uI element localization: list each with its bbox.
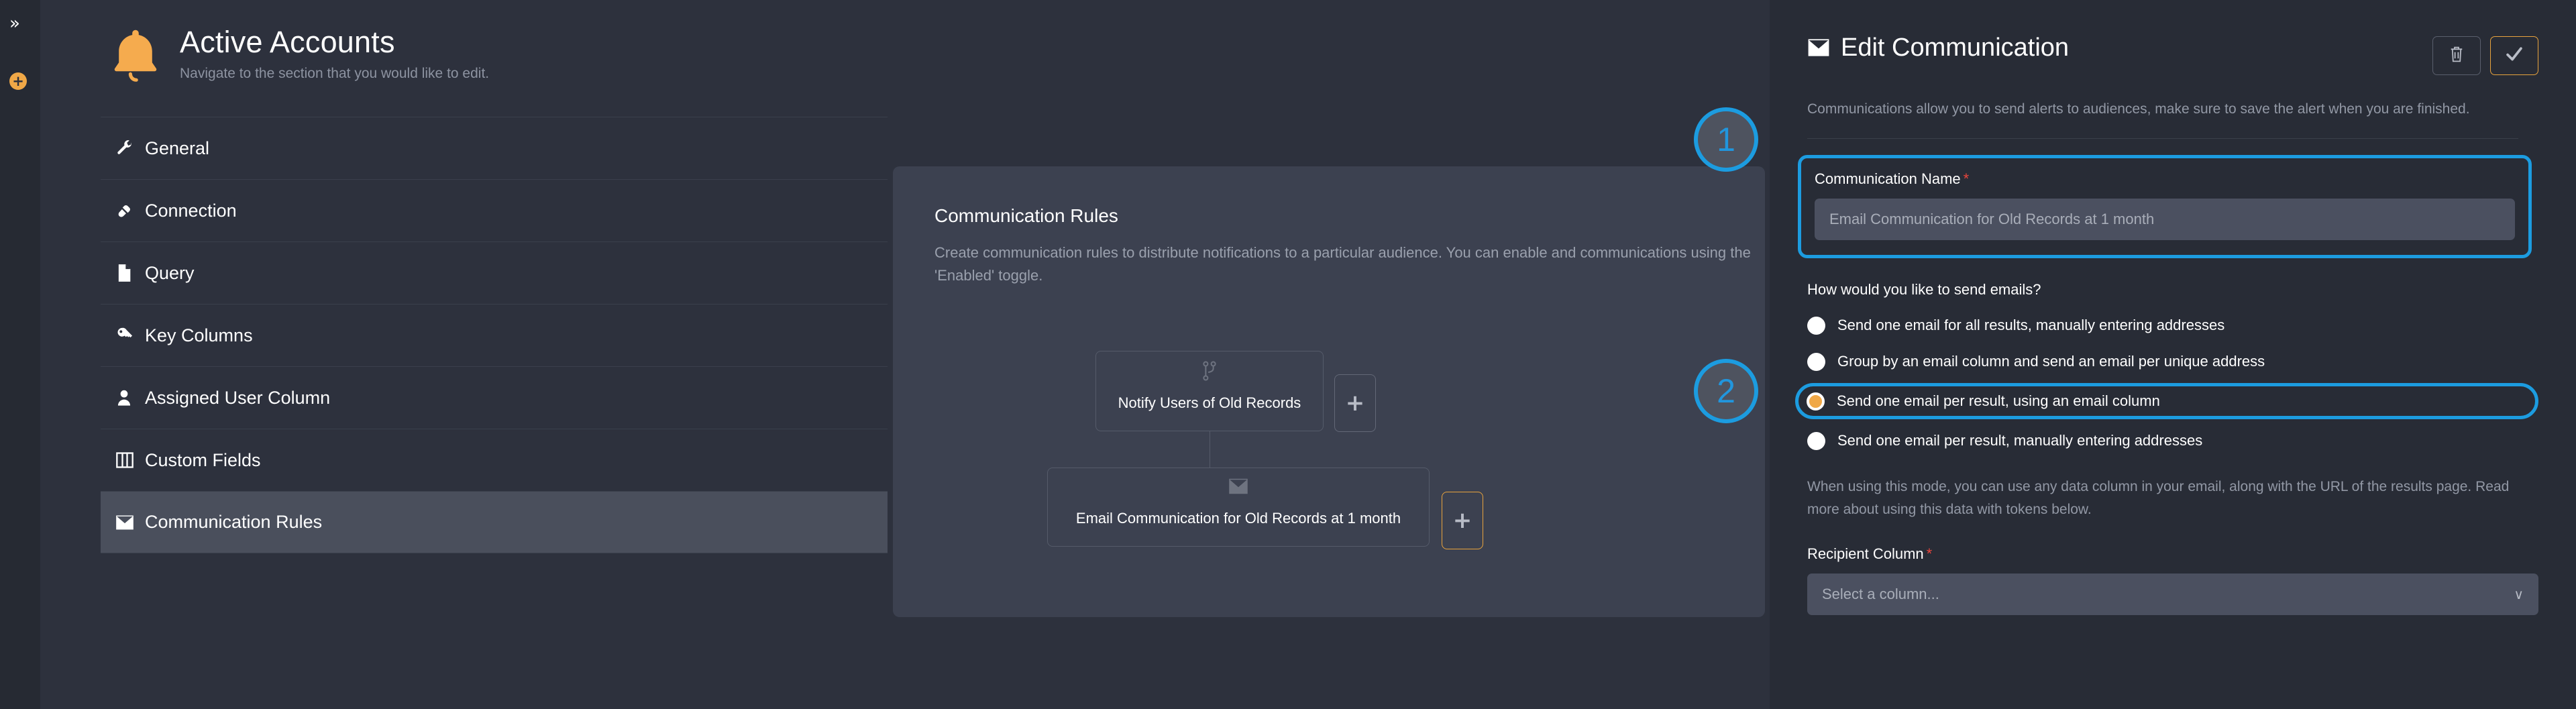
radio-dot-selected — [1807, 392, 1825, 411]
radio-option-group-by-email-column[interactable]: Group by an email column and send an ema… — [1807, 347, 2538, 376]
panel-title-group: Edit Communication — [1807, 35, 2069, 60]
recipient-column-select[interactable]: Select a column... ∨ — [1807, 574, 2538, 616]
radio-dot — [1807, 431, 1825, 450]
envelope-icon — [115, 514, 145, 531]
radio-dot — [1807, 352, 1825, 371]
app-root: » + Active Accounts Navigate to the sect… — [0, 0, 2576, 709]
sidebar-item-assigned-user-column[interactable]: Assigned User Column — [101, 366, 906, 429]
left-column: Active Accounts Navigate to the section … — [40, 0, 906, 709]
tree-node-label: Notify Users of Old Records — [1118, 394, 1301, 411]
branch-icon — [1096, 361, 1323, 381]
radio-option-all-results-manual[interactable]: Send one email for all results, manually… — [1807, 311, 2538, 340]
envelope-icon — [1048, 478, 1429, 495]
card-description: Create communication rules to distribute… — [934, 244, 1751, 284]
add-communication-parent-button[interactable]: + — [1334, 374, 1376, 432]
panel-header: Edit Communication — [1807, 0, 2538, 75]
add-communication-child-button[interactable]: + — [1442, 492, 1483, 549]
chevron-down-icon: ∨ — [2514, 586, 2524, 603]
tree-node-child[interactable]: Email Communication for Old Records at 1… — [1047, 468, 1430, 547]
step-badge-1: 1 — [1694, 107, 1758, 172]
page-header-text: Active Accounts Navigate to the section … — [170, 25, 489, 87]
communication-name-label: Communication Name * — [1815, 170, 1970, 188]
communication-rules-card: Communication Rules Create communication… — [893, 166, 1765, 617]
tree-node-label: Email Communication for Old Records at 1… — [1075, 510, 1401, 527]
columns-icon — [115, 451, 145, 469]
required-marker: * — [1963, 170, 1970, 188]
page-title: Active Accounts — [180, 25, 395, 60]
card-title: Communication Rules — [934, 205, 1118, 226]
sidebar-item-key-columns[interactable]: Key Columns — [101, 304, 906, 366]
panel-divider — [1807, 138, 2518, 140]
step-badge-2: 2 — [1694, 359, 1758, 423]
sidebar-item-general[interactable]: General — [101, 117, 906, 179]
envelope-icon — [1807, 38, 1830, 57]
sidebar-item-label: Query — [145, 262, 195, 283]
check-icon — [2505, 46, 2524, 66]
sidebar-item-label: Communication Rules — [145, 512, 323, 532]
panel-description: Communications allow you to send alerts … — [1807, 101, 2470, 117]
sidebar-item-label: Custom Fields — [145, 449, 261, 470]
delete-communication-button[interactable] — [2432, 36, 2481, 75]
page-header: Active Accounts Navigate to the section … — [40, 0, 888, 91]
key-icon — [115, 326, 145, 345]
recipient-column-label: Recipient Column * — [1807, 545, 1933, 563]
radio-label: Send one email per result, manually ente… — [1837, 432, 2203, 449]
sidebar-item-label: Key Columns — [145, 325, 253, 345]
radio-label: Send one email for all results, manually… — [1837, 317, 2225, 334]
sidebar-item-connection[interactable]: Connection — [101, 179, 906, 241]
user-icon — [115, 388, 145, 407]
trash-icon — [2449, 46, 2464, 66]
radio-label: Group by an email column and send an ema… — [1837, 353, 2265, 370]
radio-label: Send one email per result, using an emai… — [1837, 392, 2160, 410]
send-mode-question: How would you like to send emails? — [1807, 281, 2041, 298]
page-subtitle: Navigate to the section that you would l… — [180, 65, 490, 81]
sidebar-item-communication-rules[interactable]: Communication Rules — [101, 491, 906, 553]
send-mode-note: When using this mode, you can use any da… — [1807, 479, 2510, 518]
edit-communication-panel: Edit Communication Communications allow … — [1770, 0, 2576, 709]
section-menu: General Connection Query Key Columns Ass… — [101, 117, 906, 553]
plug-icon — [115, 201, 145, 220]
sidebar-item-label: General — [145, 138, 210, 158]
sidebar-item-label: Connection — [145, 200, 237, 221]
radio-dot — [1807, 316, 1825, 335]
plus-circle-icon[interactable]: + — [9, 72, 27, 90]
send-mode-radio-group: Send one email for all results, manually… — [1795, 311, 2538, 455]
radio-option-per-result-email-column[interactable]: Send one email per result, using an emai… — [1795, 383, 2538, 420]
double-chevron-right-icon[interactable]: » — [9, 15, 20, 32]
panel-title: Edit Communication — [1841, 34, 2070, 62]
save-communication-button[interactable] — [2490, 36, 2538, 75]
wrench-icon — [115, 139, 145, 158]
panel-actions — [2432, 35, 2538, 75]
sidebar-item-custom-fields[interactable]: Custom Fields — [101, 429, 906, 491]
radio-option-per-result-manual[interactable]: Send one email per result, manually ente… — [1807, 426, 2538, 455]
tree-node-parent[interactable]: Notify Users of Old Records — [1095, 351, 1324, 431]
sidebar-item-label: Assigned User Column — [145, 387, 331, 408]
middle-column: Communication Rules Create communication… — [888, 0, 1770, 709]
recipient-column-value: Select a column... — [1822, 586, 1939, 603]
communication-name-input[interactable]: Email Communication for Old Records at 1… — [1815, 199, 2515, 241]
file-icon — [115, 264, 145, 282]
sidebar-item-query[interactable]: Query — [101, 241, 906, 304]
required-marker: * — [1926, 545, 1933, 563]
left-rail: » + — [0, 0, 40, 709]
bell-icon — [101, 21, 170, 91]
communication-name-group: Communication Name * Email Communication … — [1798, 155, 2532, 259]
